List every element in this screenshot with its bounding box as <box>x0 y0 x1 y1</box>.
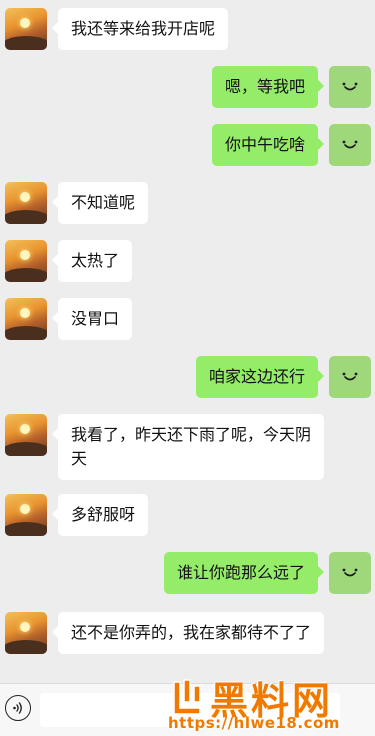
contact-avatar[interactable] <box>5 298 47 340</box>
contact-avatar[interactable] <box>5 414 47 456</box>
voice-wave-icon <box>13 702 22 714</box>
message-bubble[interactable]: 多舒服呀 <box>51 494 149 536</box>
message-received: 不知道呢 <box>5 182 149 224</box>
message-sent: 你中午吃啥 <box>211 124 371 166</box>
message-sent: 咱家这边还行 <box>195 356 371 398</box>
voice-icon[interactable] <box>5 695 31 721</box>
message-received: 多舒服呀 <box>5 494 149 536</box>
message-received: 太热了 <box>5 240 133 282</box>
message-bubble[interactable]: 谁让你跑那么远了 <box>163 552 325 594</box>
message-bubble[interactable]: 太热了 <box>51 240 133 282</box>
message-input[interactable] <box>40 693 340 727</box>
smile-icon <box>342 82 358 91</box>
self-avatar[interactable] <box>329 124 371 166</box>
self-avatar[interactable] <box>329 356 371 398</box>
smile-icon <box>342 568 358 577</box>
smile-icon <box>342 372 358 381</box>
message-bubble[interactable]: 没胃口 <box>51 298 133 340</box>
message-bubble[interactable]: 嗯，等我吧 <box>211 66 325 108</box>
message-bubble[interactable]: 我还等来给我开店呢 <box>51 8 229 50</box>
contact-avatar[interactable] <box>5 240 47 282</box>
message-received: 我还等来给我开店呢 <box>5 8 229 50</box>
self-avatar[interactable] <box>329 66 371 108</box>
contact-avatar[interactable] <box>5 182 47 224</box>
message-sent: 嗯，等我吧 <box>211 66 371 108</box>
message-sent: 谁让你跑那么远了 <box>163 552 371 594</box>
message-bubble[interactable]: 还不是你弄的，我在家都待不了了 <box>52 612 324 654</box>
message-bubble[interactable]: 咱家这边还行 <box>195 356 325 398</box>
contact-avatar[interactable] <box>5 8 47 50</box>
message-bubble[interactable]: 不知道呢 <box>51 182 149 224</box>
message-bubble[interactable]: 你中午吃啥 <box>211 124 325 166</box>
message-bubble[interactable]: 我看了，昨天还下雨了呢，今天阴天 <box>52 414 324 480</box>
smile-icon <box>342 140 358 149</box>
message-received: 还不是你弄的，我在家都待不了了 <box>5 612 324 654</box>
contact-avatar[interactable] <box>5 612 47 654</box>
self-avatar[interactable] <box>329 552 371 594</box>
input-bar <box>0 683 375 736</box>
message-received: 我看了，昨天还下雨了呢，今天阴天 <box>5 414 324 480</box>
message-received: 没胃口 <box>5 298 133 340</box>
contact-avatar[interactable] <box>5 494 47 536</box>
